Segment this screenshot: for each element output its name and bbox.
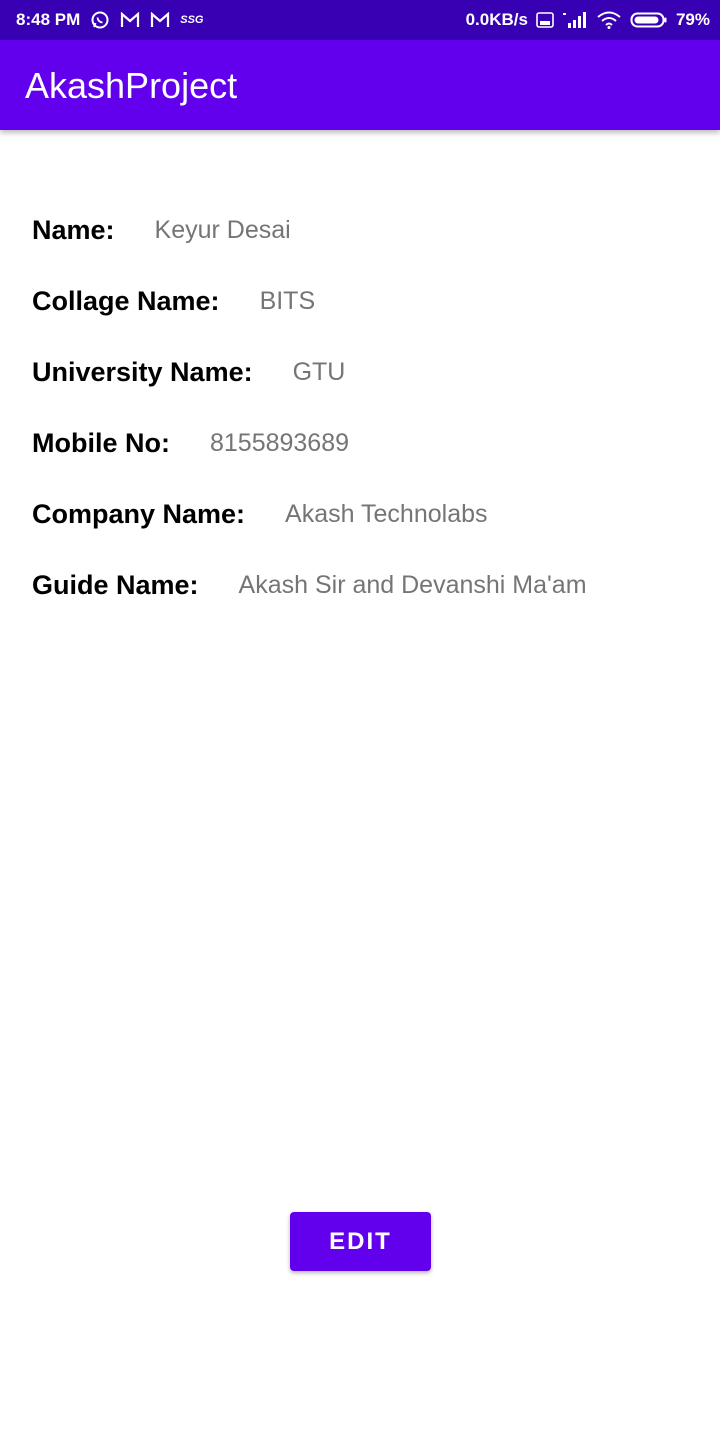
status-bar-left: 8:48 PM SSG [16,0,203,40]
detail-row-guide: Guide Name: Akash Sir and Devanshi Ma'am [32,565,587,605]
whatsapp-icon [90,10,110,30]
mobile-no-label: Mobile No: [32,427,170,458]
guide-name-label: Guide Name: [32,569,199,600]
detail-row-collage: Collage Name: BITS [32,281,315,321]
status-bar-right: 0.0KB/s 79% [466,0,710,40]
app-title: AkashProject [25,65,238,106]
status-bar: 8:48 PM SSG 0.0KB/s 79% [0,0,720,40]
university-name-value: GTU [292,357,346,386]
gmail-icon [120,12,140,28]
detail-row-university: University Name: GTU [32,352,345,392]
signal-icon [562,11,588,29]
collage-name-label: Collage Name: [32,285,220,316]
name-label: Name: [32,214,115,245]
battery-percentage: 79% [675,10,710,29]
company-name-label: Company Name: [32,498,246,529]
network-speed: 0.0KB/s [465,10,528,29]
company-name-value: Akash Technolabs [285,499,488,528]
name-value: Keyur Desai [154,215,291,244]
wifi-icon [596,11,622,29]
gmail-icon [150,12,170,28]
ssg-label: SSG [180,14,204,26]
status-time: 8:48 PM [16,10,81,29]
detail-row-mobile: Mobile No: 8155893689 [32,423,349,463]
detail-row-name: Name: Keyur Desai [32,210,291,250]
collage-name-value: BITS [259,286,316,315]
volte-icon [536,12,554,28]
edit-button[interactable]: EDIT [290,1212,431,1271]
app-bar: AkashProject [0,40,720,130]
guide-name-value: Akash Sir and Devanshi Ma'am [238,570,587,599]
battery-icon [630,11,668,29]
mobile-no-value: 8155893689 [209,428,350,457]
detail-row-company: Company Name: Akash Technolabs [32,494,488,534]
university-name-label: University Name: [32,356,253,387]
